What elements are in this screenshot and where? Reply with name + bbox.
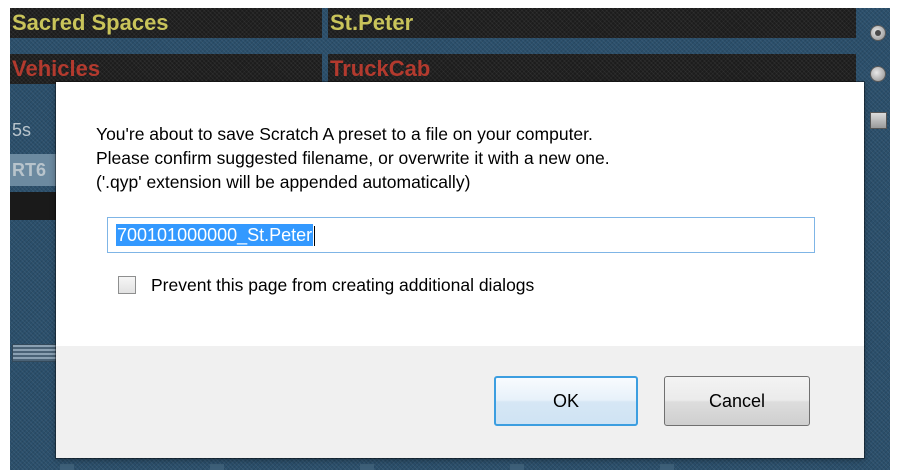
- filename-input[interactable]: 700101000000_St.Peter: [107, 217, 815, 253]
- text-caret: [314, 226, 316, 247]
- filename-selected-text: 700101000000_St.Peter: [116, 224, 314, 246]
- preset-cell-truckcab[interactable]: TruckCab: [328, 54, 856, 84]
- row-code-label: RT6: [12, 160, 47, 180]
- radio-icon[interactable]: [870, 25, 886, 41]
- checkbox-icon[interactable]: [870, 112, 887, 129]
- notch-decoration: [510, 464, 524, 470]
- message-line: Please confirm suggested filename, or ov…: [96, 148, 610, 168]
- cancel-button[interactable]: Cancel: [664, 376, 810, 426]
- category-cell-sacred-spaces[interactable]: Sacred Spaces: [10, 8, 322, 38]
- notch-decoration: [660, 464, 674, 470]
- notch-decoration: [210, 464, 224, 470]
- ok-button[interactable]: OK: [494, 376, 638, 426]
- message-line: ('.qyp' extension will be appended autom…: [96, 172, 471, 192]
- dialog-message: You're about to save Scratch A preset to…: [96, 122, 836, 194]
- dialog-body: You're about to save Scratch A preset to…: [56, 82, 864, 346]
- radio-icon[interactable]: [870, 66, 886, 82]
- notch-decoration: [60, 464, 74, 470]
- drag-handle-icon[interactable]: [12, 344, 58, 362]
- preset-cell-st-peter[interactable]: St.Peter: [328, 8, 856, 38]
- notch-decoration: [360, 464, 374, 470]
- prevent-dialogs-checkbox[interactable]: [118, 276, 136, 294]
- row-strip-dark: [10, 192, 56, 220]
- duration-label: 5s: [12, 120, 32, 140]
- prevent-dialogs-label[interactable]: Prevent this page from creating addition…: [151, 275, 534, 296]
- message-line: You're about to save Scratch A preset to…: [96, 124, 593, 144]
- category-cell-vehicles[interactable]: Vehicles: [10, 54, 322, 84]
- save-preset-dialog: You're about to save Scratch A preset to…: [56, 82, 864, 458]
- prevent-dialogs-option[interactable]: Prevent this page from creating addition…: [118, 274, 534, 296]
